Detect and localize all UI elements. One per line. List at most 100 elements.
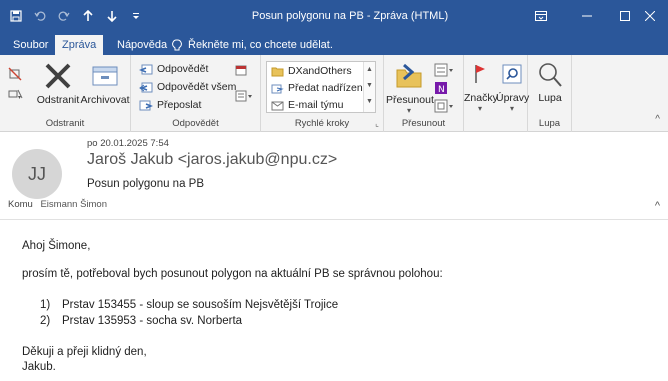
collapse-ribbon-icon[interactable]: ^ bbox=[655, 114, 660, 125]
body-closing: Děkuji a přeji klidný den, bbox=[22, 346, 147, 358]
undo-icon[interactable] bbox=[30, 6, 50, 26]
tell-me-label: Řekněte mi, co chcete udělat. bbox=[188, 39, 333, 51]
delete-button[interactable]: Odstranit bbox=[34, 61, 82, 106]
archive-button[interactable]: Archivovat bbox=[80, 61, 130, 106]
list-item-number: 1) bbox=[40, 299, 51, 311]
message-header: JJ po 20.01.2025 7:54 Jaroš Jakub <jaros… bbox=[0, 132, 668, 220]
customize-icon[interactable] bbox=[126, 6, 146, 26]
recipient-name[interactable]: Eismann Šimon bbox=[40, 199, 107, 210]
archive-label: Archivovat bbox=[80, 94, 130, 106]
quick-steps-gallery: DXandOthers Předat nadřízen... E-mail tý… bbox=[266, 61, 376, 113]
quick-step-item[interactable]: E-mail týmu bbox=[271, 97, 343, 113]
scroll-down-icon[interactable]: ▼ bbox=[364, 78, 375, 94]
body-signature: Jakub. bbox=[22, 361, 56, 373]
tab-soubor[interactable]: Soubor bbox=[6, 35, 55, 55]
message-subject: Posun polygonu na PB bbox=[87, 178, 205, 190]
up-arrow-icon[interactable] bbox=[78, 6, 98, 26]
chevron-down-icon: ▾ bbox=[477, 104, 482, 113]
group-odstranit: ▾ Odstranit Archivovat Odstranit bbox=[0, 55, 131, 132]
quick-step-label: DXandOthers bbox=[288, 65, 352, 77]
actions-button[interactable] bbox=[434, 97, 454, 114]
reply-icon bbox=[139, 64, 153, 75]
group-label-lupa: Lupa bbox=[538, 118, 561, 129]
tags-button[interactable]: Značky ▾ bbox=[464, 61, 498, 113]
cleanup-button[interactable]: ▾ bbox=[8, 85, 24, 102]
cleanup-icon: ▾ bbox=[8, 89, 23, 101]
body-intro: prosím tě, potřeboval bych posunout poly… bbox=[22, 268, 443, 280]
list-item: 1) Prstav 153455 - sloup se sousoším Nejs… bbox=[40, 299, 338, 311]
message-date: po 20.01.2025 7:54 bbox=[87, 138, 169, 149]
tab-zprava[interactable]: Zpráva bbox=[55, 35, 104, 55]
reply-all-label: Odpovědět všem bbox=[157, 81, 237, 93]
quick-step-label: Předat nadřízen... bbox=[288, 82, 372, 94]
delete-label: Odstranit bbox=[36, 94, 80, 106]
down-arrow-icon[interactable] bbox=[102, 6, 122, 26]
ignore-button[interactable] bbox=[8, 65, 22, 82]
magnifier-icon bbox=[539, 63, 562, 87]
ignore-icon bbox=[8, 67, 22, 80]
quick-step-item[interactable]: DXandOthers bbox=[271, 63, 352, 79]
list-item-number: 2) bbox=[40, 315, 51, 327]
expand-header-icon[interactable]: ^ bbox=[655, 200, 660, 212]
group-label-rychle-kroky: Rychlé kroky bbox=[294, 118, 350, 129]
zoom-label: Lupa bbox=[538, 92, 562, 104]
more-respond-icon bbox=[235, 90, 252, 101]
chevron-down-icon: ▾ bbox=[509, 104, 514, 113]
forward-button[interactable]: Přeposlat bbox=[139, 97, 201, 114]
archive-icon bbox=[92, 66, 118, 86]
to-label: Komu bbox=[8, 199, 33, 210]
onenote-button[interactable]: N bbox=[434, 79, 448, 96]
svg-text:N: N bbox=[438, 85, 445, 95]
group-label-presunout: Přesunout bbox=[401, 118, 446, 129]
group-tags-editing: Značky ▾ Úpravy ▾ bbox=[464, 55, 530, 132]
ribbon-display-options-icon[interactable] bbox=[518, 0, 564, 32]
tab-napoveda[interactable]: Nápověda bbox=[110, 35, 174, 55]
avatar-initials: JJ bbox=[28, 163, 46, 184]
zoom-button[interactable]: Lupa bbox=[532, 61, 568, 104]
scroll-up-icon[interactable]: ▲ bbox=[364, 62, 375, 78]
message-recipients: Komu Eismann Šimon bbox=[8, 199, 107, 210]
reply-label: Odpovědět bbox=[157, 63, 209, 75]
group-odpovedet: Odpovědět Odpovědět všem Přeposlat Odpov… bbox=[131, 55, 261, 132]
chevron-down-icon: ▾ bbox=[406, 106, 411, 115]
forward-icon bbox=[139, 100, 153, 111]
quick-step-item[interactable]: Předat nadřízen... bbox=[271, 80, 371, 96]
expand-gallery-icon[interactable]: ▼ bbox=[364, 94, 375, 110]
tags-label: Značky bbox=[464, 92, 498, 104]
redo-icon[interactable] bbox=[54, 6, 74, 26]
avatar: JJ bbox=[12, 149, 62, 199]
reply-all-button[interactable]: Odpovědět všem bbox=[139, 79, 236, 96]
onenote-icon: N bbox=[435, 81, 447, 95]
svg-text:▾: ▾ bbox=[18, 95, 21, 101]
move-button[interactable]: Přesunout ▾ bbox=[386, 61, 434, 115]
title-bar: Posun polygonu na PB - Zpráva (HTML) bbox=[0, 0, 668, 32]
list-item-text: Prstav 153455 - sloup se sousoším Nejsvě… bbox=[62, 299, 339, 311]
folder-icon bbox=[271, 67, 284, 76]
group-presunout: Přesunout ▾ N Přesunout bbox=[384, 55, 464, 132]
meeting-reply-button[interactable] bbox=[235, 61, 247, 78]
quick-step-label: E-mail týmu bbox=[288, 99, 344, 111]
flag-icon bbox=[475, 65, 485, 83]
quick-steps-scroll[interactable]: ▲ ▼ ▼ bbox=[363, 62, 375, 112]
list-item: 2) Prstav 135953 - socha sv. Norberta bbox=[40, 315, 242, 327]
meeting-icon bbox=[235, 65, 247, 75]
delete-x-icon bbox=[45, 63, 71, 89]
reply-button[interactable]: Odpovědět bbox=[139, 61, 208, 78]
group-label-odpovedet: Odpovědět bbox=[172, 118, 219, 129]
dialog-launcher-icon[interactable]: ⌞ bbox=[375, 119, 379, 128]
more-respond-button[interactable] bbox=[235, 87, 253, 104]
move-folder-icon bbox=[396, 63, 422, 88]
message-sender[interactable]: Jaroš Jakub <jaros.jakub@npu.cz> bbox=[87, 151, 337, 169]
tell-me-search[interactable]: Řekněte mi, co chcete udělat. bbox=[172, 35, 333, 55]
rules-icon bbox=[434, 63, 453, 76]
move-label: Přesunout bbox=[386, 94, 434, 106]
rules-button[interactable] bbox=[434, 61, 454, 78]
forward-to-manager-icon bbox=[271, 84, 284, 93]
close-icon[interactable] bbox=[632, 0, 668, 32]
save-icon[interactable] bbox=[6, 6, 26, 26]
forward-label: Přeposlat bbox=[157, 99, 202, 111]
editing-button[interactable]: Úpravy ▾ bbox=[496, 61, 530, 113]
find-icon bbox=[502, 64, 522, 84]
editing-label: Úpravy bbox=[496, 92, 530, 104]
list-item-text: Prstav 135953 - socha sv. Norberta bbox=[62, 315, 243, 327]
